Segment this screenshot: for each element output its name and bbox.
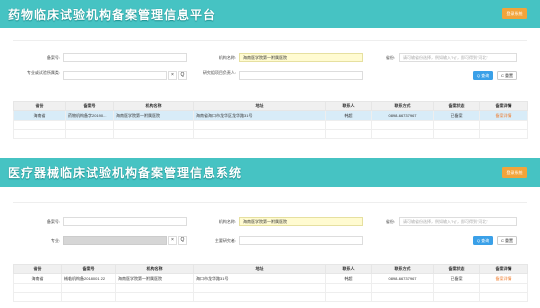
drug-area-label: 省份:	[385, 55, 395, 60]
drug-header-band: 药物临床试验机构备案管理信息平台 登录系统	[0, 0, 540, 28]
device-area-label: 省份:	[385, 219, 395, 224]
drug-col-org-name: 机构名称	[113, 101, 194, 111]
cell-phone: 0898-66737967	[371, 110, 434, 121]
device-query-button[interactable]: Q 查询	[473, 236, 493, 245]
drug-researcher-label: 研究组项目负责人:	[202, 70, 236, 75]
device-specialty-input[interactable]	[63, 236, 167, 245]
cell-contact: 韩超	[325, 273, 372, 284]
device-col-org-name: 机构名称	[115, 264, 194, 274]
drug-col-address: 地址	[193, 101, 326, 111]
drug-reset-button[interactable]: C 重置	[497, 71, 517, 80]
device-record-no-input[interactable]	[63, 217, 187, 226]
table-row[interactable]: 海南省 械临机构备2018001 22 海南医学院第一附属医院 海口市龙华路31…	[13, 273, 528, 284]
cell-address: 海口市龙华路31号	[193, 273, 326, 284]
device-org-name-input[interactable]: 海南医学院第一附属医院	[239, 217, 363, 226]
table-row-empty	[13, 120, 528, 130]
drug-specialty-input[interactable]	[63, 71, 167, 80]
detail-link[interactable]: 备案详情	[479, 273, 528, 284]
cell-province: 海南省	[13, 273, 62, 284]
cell-org-name: 海南医学院第一附属医院	[115, 273, 194, 284]
table-row-empty	[13, 129, 528, 139]
device-specialty-label: 专业:	[50, 238, 60, 243]
table-row-empty	[13, 283, 528, 293]
drug-site-title: 药物临床试验机构备案管理信息平台	[8, 8, 217, 22]
drug-query-button[interactable]: Q 查询	[473, 71, 493, 80]
drug-search-panel: 备案号: 机构名称: 海南医学院第一附属医院 省份: 请可输省份选择，例如输入"…	[13, 40, 528, 152]
cell-status: 已备案	[433, 110, 480, 121]
cell-record-no: 药物机构备字20190...	[65, 110, 114, 121]
drug-col-contact: 联系人	[325, 101, 372, 111]
device-area-input[interactable]: 请可输省份选择，例如输入"hj"，即可得到"河北"	[399, 217, 517, 226]
drug-researcher-input[interactable]	[239, 71, 363, 80]
cell-status: 已备案	[433, 273, 480, 284]
cell-org-name: 海南医学院第一附属医院	[113, 110, 194, 121]
cell-record-no: 械临机构备2018001 22	[61, 273, 116, 284]
table-row[interactable]: 海南省 药物机构备字20190... 海南医学院第一附属医院 海南省海口市龙华区…	[13, 110, 528, 121]
device-researcher-input[interactable]	[239, 236, 363, 245]
drug-org-name-input[interactable]: 海南医学院第一附属医院	[239, 53, 363, 62]
drug-login-button[interactable]: 登录系统	[502, 8, 527, 19]
device-table-header-row: 省份 备案号 机构名称 地址 联系人 联系方式 备案状态 备案详情	[13, 264, 528, 274]
device-reset-button[interactable]: C 重置	[497, 236, 517, 245]
device-specialty-clear-icon[interactable]: ×	[168, 236, 177, 245]
drug-org-name-label: 机构名称:	[218, 55, 236, 60]
drug-specialty-search-icon[interactable]: Q	[178, 71, 187, 80]
drug-area-input[interactable]: 请可输省份选择，例如输入"hj"，即可得到"河北"	[399, 53, 517, 62]
drug-specialty-label: 专业或试验所属类:	[26, 70, 60, 75]
drug-results-table: 省份 备案号 机构名称 地址 联系人 联系方式 备案状态 备案详情 海南省 药物…	[13, 101, 528, 139]
drug-record-no-input[interactable]	[63, 53, 187, 62]
drug-specialty-clear-icon[interactable]: ×	[168, 71, 177, 80]
device-col-detail: 备案详情	[479, 264, 528, 274]
cell-contact: 韩超	[325, 110, 372, 121]
device-header-band: 医疗器械临床试验机构备案管理信息系统 登录系统	[0, 158, 540, 187]
device-col-record-no: 备案号	[61, 264, 116, 274]
cell-phone: 0898-66737967	[371, 273, 434, 284]
cell-address: 海南省海口市龙华区龙华路31号	[193, 110, 326, 121]
drug-col-province: 省份	[13, 101, 66, 111]
device-col-contact: 联系人	[325, 264, 372, 274]
device-specialty-search-icon[interactable]: Q	[178, 236, 187, 245]
device-col-phone: 联系方式	[371, 264, 434, 274]
drug-table-header-row: 省份 备案号 机构名称 地址 联系人 联系方式 备案状态 备案详情	[13, 101, 528, 111]
device-record-no-label: 备案号:	[46, 219, 60, 224]
device-search-panel: 备案号: 机构名称: 海南医学院第一附属医院 省份: 请可输省份选择，例如输入"…	[13, 202, 528, 308]
drug-col-detail: 备案详情	[479, 101, 528, 111]
drug-col-record-no: 备案号	[65, 101, 114, 111]
detail-link[interactable]: 备案详情	[479, 110, 528, 121]
device-login-button[interactable]: 登录系统	[502, 167, 527, 178]
device-researcher-label: 主要研究者:	[214, 238, 236, 243]
device-site-title: 医疗器械临床试验机构备案管理信息系统	[8, 166, 243, 180]
drug-col-status: 备案状态	[433, 101, 480, 111]
device-col-address: 地址	[193, 264, 326, 274]
device-org-name-label: 机构名称:	[218, 219, 236, 224]
device-col-province: 省份	[13, 264, 62, 274]
cell-province: 海南省	[13, 110, 66, 121]
drug-record-no-label: 备案号:	[46, 55, 60, 60]
drug-col-phone: 联系方式	[371, 101, 434, 111]
table-row-empty	[13, 292, 528, 302]
device-col-status: 备案状态	[433, 264, 480, 274]
device-results-table: 省份 备案号 机构名称 地址 联系人 联系方式 备案状态 备案详情 海南省 械临…	[13, 264, 528, 302]
